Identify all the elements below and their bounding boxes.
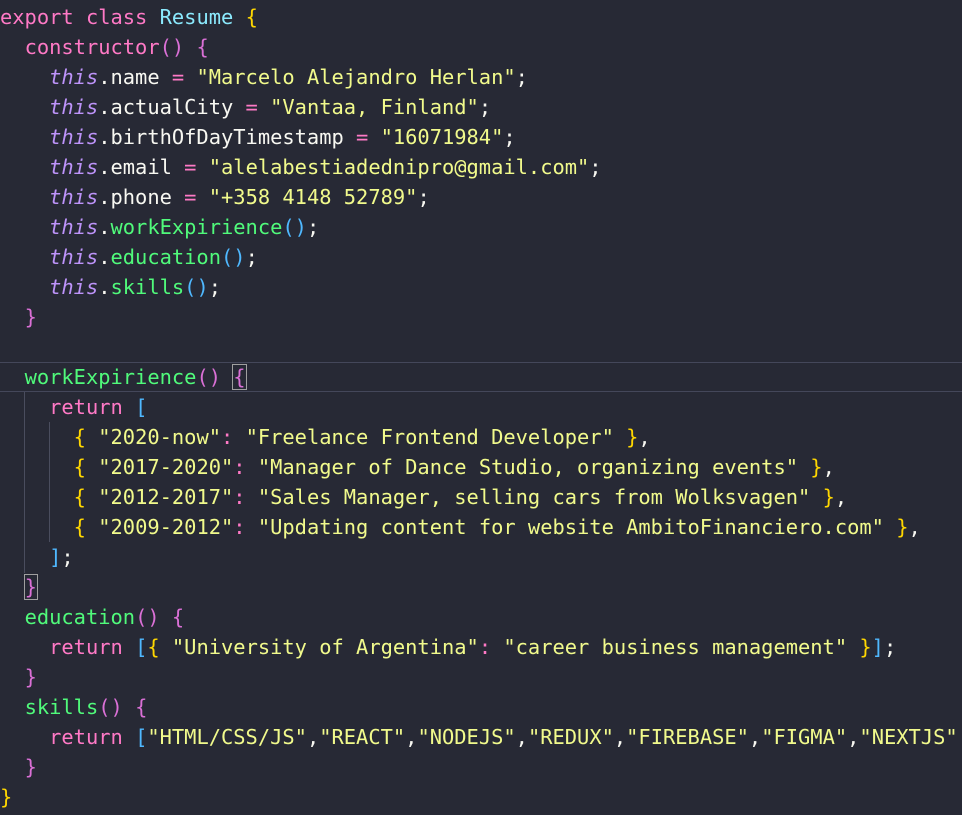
brace: {	[196, 35, 209, 59]
keyword-this: this	[49, 245, 99, 269]
skill-item: "HTML/CSS/JS"	[147, 725, 307, 749]
code-line-11[interactable]: }	[0, 302, 962, 332]
code-line-17[interactable]: { "2012-2017": "Sales Manager, selling c…	[0, 482, 962, 512]
code-line-25[interactable]: return ["HTML/CSS/JS","REACT","NODEJS","…	[0, 722, 962, 752]
keyword-this: this	[49, 275, 99, 299]
education-school: "University of Argentina"	[171, 635, 479, 659]
skill-item: "FIGMA"	[761, 725, 848, 749]
keyword-this: this	[49, 95, 99, 119]
matched-brace: {	[232, 364, 247, 390]
code-line-7[interactable]: this.phone = "+358 4148 52789";	[0, 182, 962, 212]
keyword-return: return	[49, 635, 123, 659]
code-line-12[interactable]	[0, 332, 962, 362]
work-role: "Updating content for website AmbitoFina…	[257, 515, 884, 539]
string-phone: "+358 4148 52789"	[208, 185, 418, 209]
code-line-5[interactable]: this.birthOfDayTimestamp = "16071984";	[0, 122, 962, 152]
code-line-6[interactable]: this.email = "alelabestiadednipro@gmail.…	[0, 152, 962, 182]
property-phone: phone	[110, 185, 172, 209]
string-name: "Marcelo Alejandro Herlan"	[196, 65, 516, 89]
keyword-this: this	[49, 125, 99, 149]
keyword-this: this	[49, 65, 99, 89]
method-education: education	[24, 605, 136, 629]
skill-item: "REACT"	[319, 725, 406, 749]
code-line-2[interactable]: constructor() {	[0, 32, 962, 62]
code-line-24[interactable]: skills() {	[0, 692, 962, 722]
keyword-return: return	[49, 725, 123, 749]
code-line-14[interactable]: return [	[0, 392, 962, 422]
call-skills: skills	[110, 275, 185, 299]
education-career: "career business management"	[503, 635, 848, 659]
work-role: "Sales Manager, selling cars from Wolksv…	[257, 485, 811, 509]
keyword-export: export	[0, 5, 74, 29]
paren: ()	[159, 35, 185, 59]
code-line-18[interactable]: { "2009-2012": "Updating content for web…	[0, 512, 962, 542]
brace: {	[245, 5, 258, 29]
keyword-constructor: constructor	[24, 35, 160, 59]
code-line-21[interactable]: education() {	[0, 602, 962, 632]
keyword-this: this	[49, 155, 99, 179]
code-line-23[interactable]: }	[0, 662, 962, 692]
code-editor[interactable]: export class Resume { constructor() { th…	[0, 0, 962, 815]
work-role: "Manager of Dance Studio, organizing eve…	[257, 455, 798, 479]
code-line-16[interactable]: { "2017-2020": "Manager of Dance Studio,…	[0, 452, 962, 482]
code-line-1[interactable]: export class Resume {	[0, 2, 962, 32]
work-period: "2012-2017"	[98, 485, 234, 509]
keyword-this: this	[49, 215, 99, 239]
code-line-4[interactable]: this.actualCity = "Vantaa, Finland";	[0, 92, 962, 122]
keyword-class: class	[85, 5, 148, 29]
bracket: [	[135, 395, 148, 419]
code-line-10[interactable]: this.skills();	[0, 272, 962, 302]
work-period: "2009-2012"	[98, 515, 234, 539]
call-education: education	[110, 245, 222, 269]
class-name: Resume	[159, 5, 234, 29]
code-line-13[interactable]: workExpirience() {	[0, 362, 962, 392]
work-period: "2017-2020"	[98, 455, 234, 479]
property-name: name	[110, 65, 160, 89]
string-birth: "16071984"	[380, 125, 504, 149]
keyword-this: this	[49, 185, 99, 209]
code-line-26[interactable]: }	[0, 752, 962, 782]
code-line-20[interactable]: }	[0, 572, 962, 602]
code-line-8[interactable]: this.workExpirience();	[0, 212, 962, 242]
string-email: "alelabestiadednipro@gmail.com"	[208, 155, 590, 179]
property-city: actualCity	[110, 95, 234, 119]
method-skills: skills	[24, 695, 99, 719]
work-period: "2020-now"	[98, 425, 221, 449]
method-work: workExpirience	[24, 365, 197, 389]
call-work: workExpirience	[110, 215, 283, 239]
skill-item: "NODEJS"	[417, 725, 516, 749]
skill-item: "REDUX"	[527, 725, 614, 749]
property-email: email	[110, 155, 172, 179]
skill-item: "NEXTJS"	[859, 725, 958, 749]
code-line-22[interactable]: return [{ "University of Argentina": "ca…	[0, 632, 962, 662]
code-line-27[interactable]: }	[0, 782, 962, 812]
code-line-9[interactable]: this.education();	[0, 242, 962, 272]
work-role: "Freelance Frontend Developer"	[245, 425, 614, 449]
skill-item: "FIREBASE"	[626, 725, 749, 749]
code-line-15[interactable]: { "2020-now": "Freelance Frontend Develo…	[0, 422, 962, 452]
keyword-return: return	[49, 395, 123, 419]
brace: }	[24, 305, 37, 329]
code-line-3[interactable]: this.name = "Marcelo Alejandro Herlan";	[0, 62, 962, 92]
string-city: "Vantaa, Finland"	[270, 95, 479, 119]
matched-brace: }	[23, 574, 38, 600]
code-line-19[interactable]: ];	[0, 542, 962, 572]
property-birth: birthOfDayTimestamp	[110, 125, 344, 149]
